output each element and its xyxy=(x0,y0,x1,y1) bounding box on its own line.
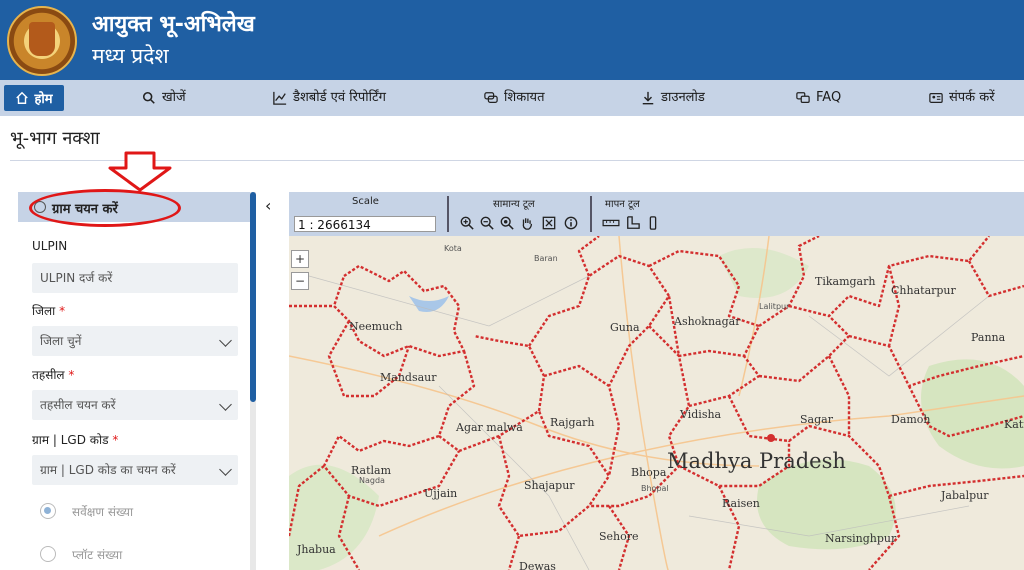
annotation-highlight-oval xyxy=(29,189,181,227)
city-label: Sehore xyxy=(599,530,639,543)
nav-home-button[interactable]: होम xyxy=(4,85,64,111)
map-zoom-out-button[interactable]: − xyxy=(291,272,309,290)
town-label: Nagda xyxy=(359,476,385,485)
info-icon[interactable] xyxy=(563,215,579,231)
download-icon xyxy=(642,91,654,105)
town-label: Lalitpur xyxy=(759,302,790,311)
header-title: आयुक्त भू-अभिलेख xyxy=(92,12,255,37)
nav-complaint-label: शिकायत xyxy=(504,90,545,105)
city-label: Agar malwa xyxy=(456,421,523,434)
measure-length-icon[interactable] xyxy=(601,215,621,231)
radio-survey-number[interactable] xyxy=(40,503,56,519)
map-canvas[interactable]: + − Kota Baran Lalitpur Bhopal Nagda Nee… xyxy=(289,236,1024,570)
general-tools-label: सामान्य टूल xyxy=(493,199,535,210)
town-label: Baran xyxy=(534,254,558,263)
chevron-down-icon xyxy=(219,463,232,476)
city-label: Neemuch xyxy=(349,320,403,333)
nav-download[interactable]: डाउनलोड xyxy=(641,80,705,116)
mp-emblem-logo xyxy=(7,6,77,76)
pan-hand-icon[interactable] xyxy=(519,215,535,231)
city-label: Rajgarh xyxy=(550,416,595,429)
city-label: Sagar xyxy=(800,413,833,426)
city-label: Shajapur xyxy=(524,479,575,492)
header-bar: आयुक्त भू-अभिलेख मध्य प्रदेश xyxy=(0,0,1024,80)
ulpin-input[interactable]: ULPIN दर्ज करें xyxy=(32,263,238,293)
faq-icon xyxy=(796,92,810,103)
city-label: Raisen xyxy=(722,497,760,510)
state-label: Madhya Pradesh xyxy=(667,449,846,473)
radio-plot-label: प्लॉट संख्या xyxy=(72,548,123,562)
city-label: Bhopa xyxy=(631,466,667,479)
nav-complaint[interactable]: शिकायत xyxy=(484,80,545,116)
measure-area-icon[interactable] xyxy=(625,215,641,231)
city-label: Panna xyxy=(971,331,1006,344)
header-subtitle: मध्य प्रदेश xyxy=(92,44,169,68)
nav-search[interactable]: खोजें xyxy=(142,80,186,116)
zoom-extent-icon[interactable] xyxy=(499,215,515,231)
nav-search-label: खोजें xyxy=(162,90,186,105)
scale-input[interactable]: 1 : 2666134 xyxy=(294,216,436,232)
radio-survey-label: सर्वेक्षण संख्या xyxy=(72,505,134,519)
tehsil-label: तहसील * xyxy=(32,368,75,382)
nav-home-label: होम xyxy=(34,92,53,107)
tehsil-select[interactable]: तहसील चयन करें xyxy=(32,390,238,420)
city-label: Mandsaur xyxy=(380,371,437,384)
city-label: Ashoknagar xyxy=(674,315,741,328)
district-label: जिला * xyxy=(32,304,66,318)
clear-icon[interactable] xyxy=(541,215,557,231)
city-label: Vidisha xyxy=(680,408,722,421)
radio-plot-number[interactable] xyxy=(40,546,56,562)
panel-header[interactable]: ग्राम चयन करें xyxy=(18,189,250,227)
town-label: Bhopal xyxy=(641,484,669,493)
toolbar-separator xyxy=(590,196,592,232)
village-lgd-select[interactable]: ग्राम | LGD कोड का चयन करें xyxy=(32,455,238,485)
search-icon xyxy=(142,91,155,104)
contact-card-icon xyxy=(929,93,943,103)
map-toolbar: Scale 1 : 2666134 सामान्य टूल मापन टूल xyxy=(289,192,1024,236)
map-zoom-in-button[interactable]: + xyxy=(291,250,309,268)
ulpin-label: ULPIN xyxy=(32,239,68,253)
nav-faq[interactable]: FAQ xyxy=(796,80,841,116)
nav-contact[interactable]: संपर्क करें xyxy=(929,80,995,116)
city-label: Katn xyxy=(1004,418,1024,431)
zoom-in-icon[interactable] xyxy=(459,215,475,231)
page-title: भू-भाग नक्शा xyxy=(10,128,100,149)
city-label: Ratlam xyxy=(351,464,392,477)
measure-tools-label: मापन टूल xyxy=(605,199,640,210)
annotation-arrow-icon xyxy=(108,151,172,192)
chart-icon xyxy=(273,91,287,105)
zoom-out-icon[interactable] xyxy=(479,215,495,231)
city-label: Tikamgarh xyxy=(815,275,876,288)
city-label: Jabalpur xyxy=(941,489,989,502)
city-label: Guna xyxy=(610,321,640,334)
chat-icon xyxy=(484,92,498,103)
panel-scrollbar-thumb[interactable] xyxy=(250,192,256,402)
nav-contact-label: संपर्क करें xyxy=(949,90,995,105)
chevron-down-icon xyxy=(219,334,232,347)
nav-download-label: डाउनलोड xyxy=(661,90,705,105)
city-label: Chhatarpur xyxy=(891,284,956,297)
measure-clear-icon[interactable] xyxy=(645,215,661,231)
city-label: Jhabua xyxy=(297,543,336,556)
nav-dashboard[interactable]: डैशबोर्ड एवं रिपोर्टिंग xyxy=(273,80,386,116)
village-lgd-label: ग्राम | LGD कोड * xyxy=(32,433,119,447)
nav-faq-label: FAQ xyxy=(816,90,842,105)
city-label: Narsinghpur xyxy=(825,532,897,545)
nav-dashboard-label: डैशबोर्ड एवं रिपोर्टिंग xyxy=(293,90,386,105)
toolbar-separator xyxy=(447,196,449,232)
home-icon xyxy=(16,91,29,104)
main-nav: खोजें डैशबोर्ड एवं रिपोर्टिंग शिकायत डाउ… xyxy=(0,80,1024,116)
scale-label: Scale xyxy=(352,196,379,207)
city-label: Damoh xyxy=(891,413,931,426)
city-label: Ujjain xyxy=(424,487,458,500)
town-label: Kota xyxy=(444,244,462,253)
district-select[interactable]: जिला चुनें xyxy=(32,326,238,356)
collapse-panel-button[interactable]: ‹ xyxy=(265,196,271,215)
city-label: Dewas xyxy=(519,560,556,570)
chevron-down-icon xyxy=(219,398,232,411)
